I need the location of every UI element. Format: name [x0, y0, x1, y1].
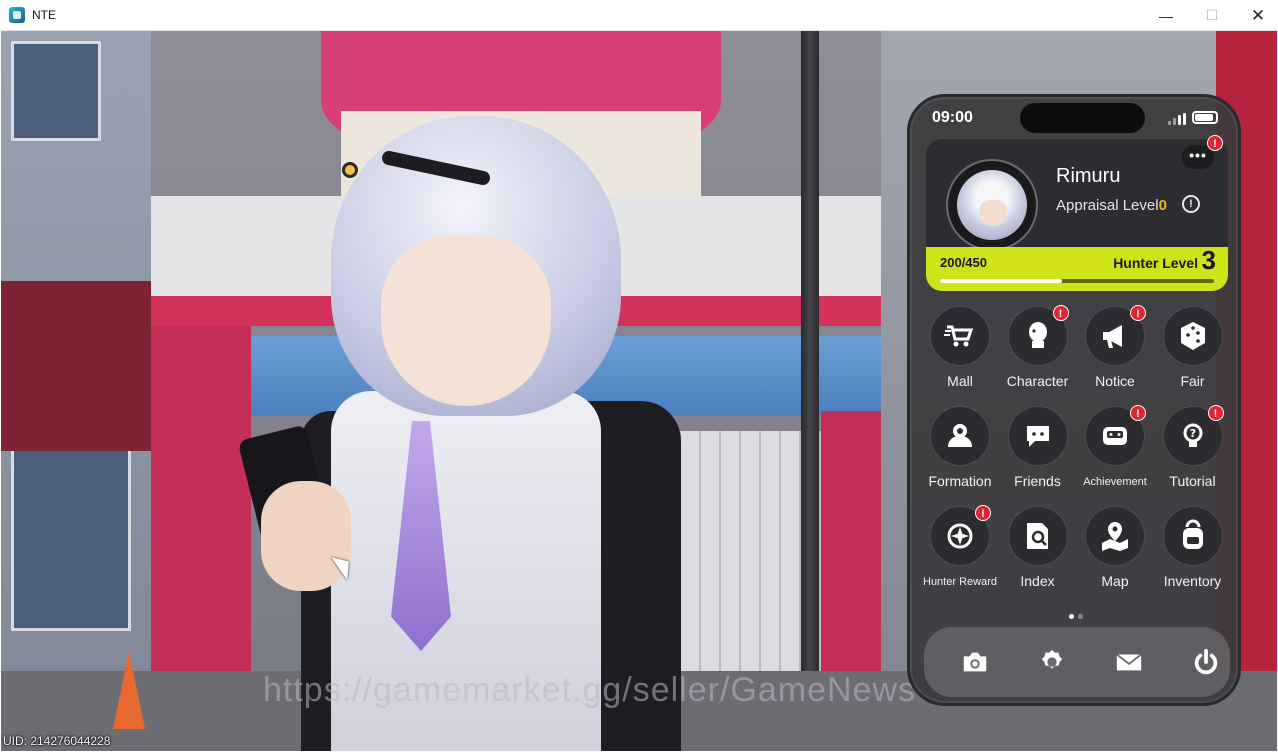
camera-icon: [963, 652, 987, 672]
notification-badge: !: [1052, 305, 1069, 321]
app-icon-circle: [931, 307, 989, 365]
chat-icon: [1026, 426, 1049, 447]
signal-icon: [1168, 113, 1186, 125]
power-icon: [1194, 648, 1218, 675]
settings-button[interactable]: [1035, 645, 1069, 679]
app-icon-circle: [1008, 407, 1067, 465]
robot-icon: [1103, 427, 1127, 445]
phone-notch: [1020, 103, 1145, 133]
notification-badge: !: [1130, 305, 1146, 321]
app-label: Tutorial: [1169, 473, 1216, 489]
notification-badge: !: [1130, 405, 1146, 421]
avatar-frame[interactable]: [946, 159, 1038, 251]
watermark: https://gamemarket.gg/seller/GameNews: [263, 671, 917, 709]
appraisal-level: Appraisal Level0: [1056, 197, 1167, 214]
phone-menu: 09:00 Rimuru Appraisal Level0 ! ••• 200/…: [907, 94, 1241, 706]
app-label: Achievement: [1083, 476, 1147, 488]
app-tutorial-button[interactable]: ?! Tutorial: [1154, 405, 1232, 489]
xp-progress-track: [940, 279, 1214, 283]
app-label: Notice: [1095, 373, 1135, 389]
traffic-cone: [113, 651, 145, 729]
app-mall-button[interactable]: Mall: [921, 307, 999, 389]
app-icon-circle: !: [1086, 405, 1146, 465]
close-button[interactable]: ✕: [1235, 0, 1278, 31]
settings-icon: [1041, 649, 1063, 669]
app-icon-circle: [1163, 507, 1222, 565]
interaction-marker-icon[interactable]: [342, 162, 358, 178]
map-pin-icon: [1102, 522, 1128, 551]
avatar: [957, 170, 1027, 240]
street-pole: [801, 31, 819, 751]
index-search-icon: [1026, 523, 1048, 549]
minimize-button[interactable]: —: [1143, 0, 1189, 31]
phone-clock: 09:00: [932, 109, 973, 126]
app-label: Inventory: [1163, 573, 1222, 589]
app-icon-circle: [1008, 507, 1067, 565]
background-wall: [1, 281, 161, 451]
megaphone-icon: [1103, 325, 1122, 348]
cart-icon: [944, 325, 974, 347]
page-dot[interactable]: [1078, 614, 1083, 619]
app-icon-circle: !: [931, 505, 991, 565]
hunter-level-label: Hunter Level: [1113, 255, 1198, 271]
xp-progress-fill: [940, 279, 1062, 283]
app-label: Hunter Reward: [923, 576, 997, 588]
profile-alert-badge: !: [1207, 135, 1223, 151]
app-fair-button[interactable]: Fair: [1154, 307, 1232, 389]
dice-icon: [1180, 322, 1205, 350]
formation-icon: [948, 424, 972, 447]
app-icon-circle: [1163, 307, 1222, 365]
app-index-button[interactable]: Index: [999, 507, 1077, 589]
app-label: Formation: [928, 473, 992, 489]
mail-icon: [1116, 653, 1142, 671]
hunter-level-value: 3: [1201, 245, 1216, 275]
phone-dock: [924, 627, 1230, 697]
app-inventory-button[interactable]: Inventory: [1154, 507, 1232, 589]
backpack-icon: [1182, 519, 1203, 549]
maximize-button[interactable]: ☐: [1189, 0, 1235, 31]
crosshair-icon: [947, 523, 973, 549]
page-dot-active[interactable]: [1069, 614, 1074, 619]
svg-text:?: ?: [1189, 427, 1195, 440]
power-button[interactable]: [1189, 645, 1223, 679]
app-label: Friends: [1014, 473, 1061, 489]
app-notice-button[interactable]: ! Notice: [1076, 305, 1154, 389]
appraisal-value: 0: [1158, 197, 1167, 214]
app-label: Map: [1101, 573, 1129, 589]
battery-icon: [1192, 111, 1218, 124]
info-icon[interactable]: !: [1182, 195, 1200, 213]
app-icon-circle: [1086, 507, 1144, 565]
player-name: Rimuru: [1056, 165, 1121, 187]
mail-button[interactable]: [1112, 645, 1146, 679]
character-icon: [1028, 322, 1047, 348]
app-icon-circle: !: [1086, 305, 1146, 365]
player-uid: UID: 214276044228: [3, 734, 111, 748]
profile-card[interactable]: Rimuru Appraisal Level0 ! ••• 200/450 Hu…: [926, 139, 1228, 291]
app-label: Fair: [1180, 373, 1205, 389]
app-label: Index: [1020, 573, 1055, 589]
app-icon-circle: [931, 407, 989, 465]
app-achievement-button[interactable]: ! Achievement: [1076, 405, 1154, 488]
player-character: [231, 101, 681, 751]
app-icon-circle: !: [1008, 305, 1069, 365]
window-title: NTE: [32, 8, 56, 22]
app-map-button[interactable]: Map: [1076, 507, 1154, 589]
camera-button[interactable]: [958, 645, 992, 679]
page-indicator: [1069, 614, 1089, 620]
app-character-button[interactable]: ! Character: [999, 305, 1077, 389]
notification-badge: !: [975, 505, 991, 521]
appraisal-label: Appraisal Level: [1056, 197, 1159, 214]
app-hunter-reward-button[interactable]: ! Hunter Reward: [921, 505, 999, 588]
lightbulb-icon: ?: [1183, 423, 1202, 447]
app-formation-button[interactable]: Formation: [921, 407, 999, 489]
window-titlebar: NTE — ☐ ✕: [0, 0, 1278, 31]
notification-badge: !: [1207, 405, 1224, 421]
app-icon-circle: ?!: [1163, 405, 1224, 465]
app-logo-icon: [9, 7, 25, 23]
app-label: Mall: [947, 373, 973, 389]
app-friends-button[interactable]: Friends: [999, 407, 1077, 489]
xp-counter: 200/450: [940, 255, 987, 270]
app-label: Character: [1006, 373, 1069, 389]
